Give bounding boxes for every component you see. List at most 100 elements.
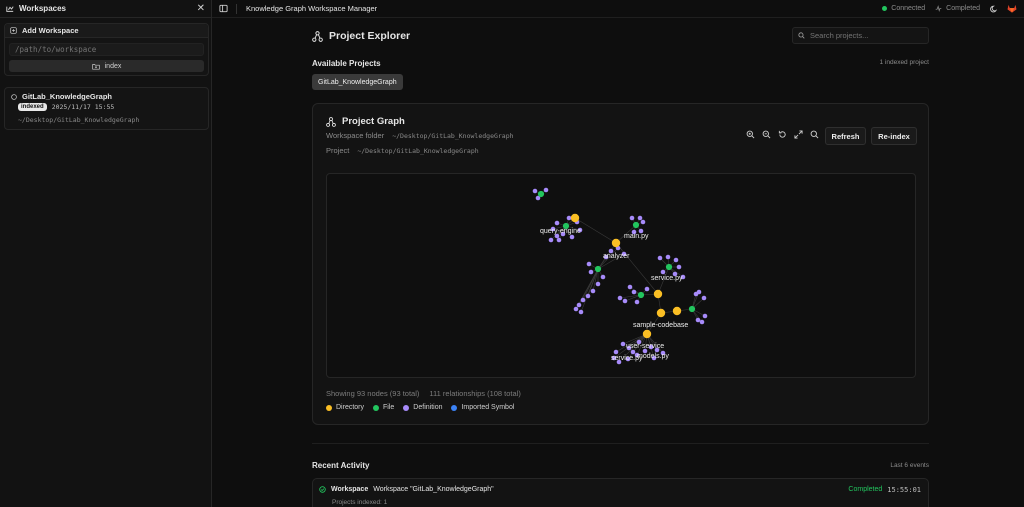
search-box[interactable]	[792, 27, 929, 44]
file-node[interactable]	[665, 263, 673, 271]
close-sidebar-icon[interactable]: ✕	[197, 3, 205, 14]
refresh-button[interactable]: Refresh	[825, 127, 866, 145]
zoom-in-icon[interactable]	[745, 129, 756, 140]
add-folder-icon	[10, 27, 17, 34]
reindex-button[interactable]: Re-index	[871, 127, 917, 145]
workspace-card[interactable]: GitLab_KnowledgeGraph indexed 2025/11/17…	[4, 87, 209, 130]
directory-node[interactable]	[656, 308, 666, 318]
definition-node[interactable]	[640, 219, 646, 225]
definition-node[interactable]	[613, 349, 619, 355]
legend-swatch	[451, 404, 458, 411]
definition-node[interactable]	[580, 297, 586, 303]
workspace-path-input[interactable]	[9, 43, 204, 56]
definition-node[interactable]	[631, 289, 637, 295]
legend-item-definition: Definition	[403, 404, 442, 411]
project-label: Project	[326, 146, 350, 155]
zoom-out-icon[interactable]	[761, 129, 772, 140]
definition-node[interactable]	[695, 317, 701, 323]
workspace-folder-row: Workspace folder ~/Desktop/GitLab_Knowle…	[326, 131, 514, 140]
directory-node[interactable]	[653, 289, 663, 299]
index-button-label: index	[104, 62, 122, 70]
node-label: analyzer	[603, 253, 630, 260]
graph-title: Project Graph	[326, 116, 405, 127]
definition-node[interactable]	[660, 269, 666, 275]
definition-node[interactable]	[532, 188, 538, 194]
activity-message: Workspace "GitLab_KnowledgeGraph"	[373, 486, 494, 493]
definition-node[interactable]	[573, 306, 579, 312]
activity-head: Workspace Workspace "GitLab_KnowledgeGra…	[319, 486, 494, 493]
definition-node[interactable]	[554, 220, 560, 226]
definition-node[interactable]	[578, 309, 584, 315]
file-node[interactable]	[594, 265, 602, 273]
definition-node[interactable]	[701, 295, 707, 301]
definition-node[interactable]	[629, 215, 635, 221]
definition-node[interactable]	[600, 274, 606, 280]
definition-node[interactable]	[595, 281, 601, 287]
topbar: Knowledge Graph Workspace Manager Connec…	[212, 0, 1024, 18]
definition-node[interactable]	[673, 257, 679, 263]
directory-node[interactable]	[672, 306, 682, 316]
directory-node[interactable]	[570, 213, 580, 223]
graph-nodes-icon	[326, 116, 336, 127]
definition-node[interactable]	[548, 237, 554, 243]
legend-label: Directory	[336, 404, 365, 411]
definition-node[interactable]	[585, 293, 591, 299]
project-chip[interactable]: GitLab_KnowledgeGraph	[312, 74, 403, 90]
file-node[interactable]	[688, 305, 696, 313]
definition-node[interactable]	[644, 286, 650, 292]
directory-node[interactable]	[642, 329, 652, 339]
definition-node[interactable]	[627, 284, 633, 290]
relationship-count: 111 relationships (108 total)	[429, 389, 521, 398]
definition-node[interactable]	[693, 291, 699, 297]
workspace-folder-label: Workspace folder	[326, 131, 385, 140]
search-input[interactable]	[810, 31, 920, 40]
graph-svg[interactable]: query-engine main.py analyzer service.py…	[327, 174, 916, 378]
gitlab-logo-icon[interactable]	[1007, 4, 1017, 13]
graph-stats: Showing 93 nodes (93 total) 111 relation…	[326, 389, 521, 398]
recent-activity-count: Last 6 events	[890, 462, 929, 469]
sidebar-title: Workspaces	[19, 4, 66, 13]
graph-canvas[interactable]: query-engine main.py analyzer service.py…	[326, 173, 916, 378]
definition-node[interactable]	[665, 254, 671, 260]
definition-node[interactable]	[622, 298, 628, 304]
directory-node[interactable]	[611, 238, 621, 248]
workspace-meta: indexed 2025/11/17 15:55	[18, 103, 114, 111]
definition-node[interactable]	[657, 255, 663, 261]
definition-node[interactable]	[588, 269, 594, 275]
graph-edge	[580, 268, 599, 313]
search-graph-icon[interactable]	[809, 129, 820, 140]
theme-toggle-moon-icon[interactable]	[990, 5, 998, 13]
definition-node[interactable]	[543, 187, 549, 193]
definition-node[interactable]	[566, 215, 572, 221]
definition-node[interactable]	[634, 299, 640, 305]
definition-node[interactable]	[676, 264, 682, 270]
definition-node[interactable]	[617, 295, 623, 301]
workspace-status-icon	[11, 93, 17, 100]
definition-node[interactable]	[630, 349, 636, 355]
toggle-sidebar-icon[interactable]	[219, 4, 228, 13]
definition-node[interactable]	[620, 341, 626, 347]
fullscreen-icon[interactable]	[793, 129, 804, 140]
node-label: service.py	[611, 355, 643, 362]
file-node[interactable]	[632, 221, 640, 229]
index-button[interactable]: index	[9, 60, 204, 72]
status-badge: indexed	[18, 103, 47, 111]
search-icon	[798, 32, 805, 39]
node-label: main.py	[624, 233, 649, 240]
definition-node[interactable]	[637, 215, 643, 221]
activity-item[interactable]: Workspace Workspace "GitLab_KnowledgeGra…	[312, 478, 929, 507]
definition-node[interactable]	[702, 313, 708, 319]
graph-legend: Directory File Definition Imported Symbo…	[326, 404, 514, 411]
definition-node[interactable]	[586, 261, 592, 267]
workspace-path: ~/Desktop/GitLab_KnowledgeGraph	[18, 116, 140, 124]
definition-node[interactable]	[590, 288, 596, 294]
file-node[interactable]	[537, 190, 545, 198]
workspace-folder-value: ~/Desktop/GitLab_KnowledgeGraph	[392, 131, 514, 140]
definition-node[interactable]	[699, 319, 705, 325]
project-row: Project ~/Desktop/GitLab_KnowledgeGraph	[326, 146, 479, 155]
definition-node[interactable]	[569, 234, 575, 240]
definition-node[interactable]	[556, 237, 562, 243]
file-node[interactable]	[637, 291, 645, 299]
definition-node[interactable]	[576, 302, 582, 308]
reset-view-icon[interactable]	[777, 129, 788, 140]
